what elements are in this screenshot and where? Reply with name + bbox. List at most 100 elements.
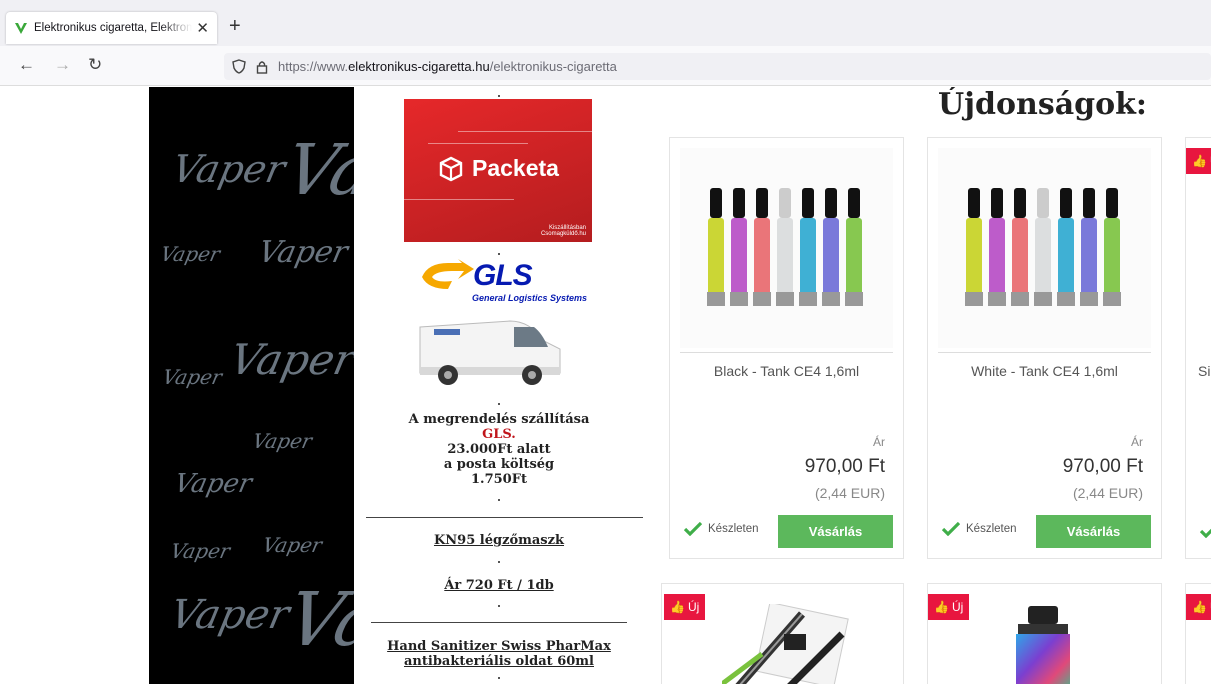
buy-button[interactable]: Vásárlás <box>778 515 893 548</box>
separator-dot <box>498 95 500 97</box>
vaper-text: Vaper <box>158 242 223 266</box>
sanitizer-line: Hand Sanitizer Swiss PharMax <box>387 639 611 654</box>
shipping-text: A megrendelés szállítása GLS. 23.000Ft a… <box>354 412 644 487</box>
banner-line <box>458 131 592 132</box>
separator-dot <box>498 499 500 501</box>
badge-text: Új <box>687 600 700 614</box>
product-card[interactable]: White - Tank CE4 1,6ml Ár 970,00 Ft (2,4… <box>927 137 1162 559</box>
separator-dot <box>498 253 500 255</box>
packeta-banner[interactable]: Packeta Kiszállításban Csomagküldő.hu <box>404 99 592 242</box>
vaper-text: Vaper <box>171 469 255 499</box>
vaper-text: Vaper <box>255 235 351 270</box>
product-image[interactable] <box>938 148 1151 348</box>
packeta-brand-text: Packeta <box>472 155 559 181</box>
new-badge: 👍Új <box>1186 148 1211 174</box>
vaper-text: Vaper <box>166 592 294 638</box>
product-name[interactable]: Si <box>1198 363 1210 379</box>
back-arrow-icon[interactable]: ← <box>18 55 35 75</box>
checkmark-icon <box>942 522 960 536</box>
product-image[interactable] <box>720 601 852 684</box>
reload-icon[interactable]: ↻ <box>88 55 102 75</box>
separator-dot <box>498 403 500 405</box>
product-name[interactable]: White - Tank CE4 1,6ml <box>928 363 1161 379</box>
new-badge: 👍Új <box>928 594 970 620</box>
badge-text: Új <box>951 600 964 614</box>
packeta-sub-line: Csomagküldő.hu <box>540 231 586 237</box>
browser-navbar: ← → ↻ https://www.elektronikus-cigaretta… <box>0 46 1211 86</box>
stock-text: Készleten <box>708 523 759 535</box>
packeta-logo: Packeta <box>438 155 559 182</box>
product-card[interactable]: 👍Új <box>661 583 904 684</box>
vaper-text: Vaper <box>168 147 290 191</box>
gls-arrow-icon <box>422 259 474 289</box>
delivery-van-image <box>414 315 564 392</box>
product-image[interactable] <box>680 148 893 348</box>
gls-logo[interactable]: GLS General Logistics Systems <box>418 257 588 307</box>
shipping-carrier: GLS. <box>482 427 516 442</box>
shipping-line: a posta költség <box>443 457 555 472</box>
new-tab-icon[interactable]: + <box>229 16 241 36</box>
vaper-text: Vaper <box>279 577 354 663</box>
thumbs-up-icon: 👍 <box>934 600 949 614</box>
product-card[interactable]: 👍Új <box>927 583 1162 684</box>
new-badge: 👍Új <box>1186 594 1211 620</box>
url-bar[interactable]: https://www.elektronikus-cigaretta.hu/el… <box>224 53 1211 80</box>
stock-status: Készleten <box>942 522 1017 536</box>
shipping-line: 23.000Ft alatt <box>447 442 551 457</box>
product-price-eur: (2,44 EUR) <box>814 485 885 501</box>
card-divider <box>680 352 893 353</box>
product-card[interactable]: 👍Új Si <box>1185 137 1211 559</box>
gls-subtitle: General Logistics Systems <box>472 293 588 303</box>
banner-line <box>404 199 514 200</box>
forward-arrow-icon[interactable]: → <box>54 55 71 75</box>
browser-tab[interactable]: Elektronikus cigaretta, Elektromos cigar… <box>6 12 217 44</box>
product-image[interactable] <box>998 602 1088 684</box>
thumbs-up-icon: 👍 <box>1192 154 1207 168</box>
mask-link[interactable]: KN95 légzőmaszk <box>354 533 644 548</box>
vaper-text: Vaper <box>225 335 354 384</box>
vape-logo-icon <box>14 21 28 35</box>
stock-text: Készleten <box>966 523 1017 535</box>
shield-icon[interactable] <box>232 59 246 74</box>
product-price: 970,00 Ft <box>804 456 885 477</box>
sanitizer-link[interactable]: Hand Sanitizer Swiss PharMax antibakteri… <box>354 639 644 669</box>
vaper-text: Vaper <box>160 365 225 389</box>
vaper-text: Vaper <box>278 129 354 211</box>
price-label: Ár <box>873 435 885 449</box>
vaper-background-panel: Vaper Vaper Vaper Vaper Vaper Vaper Vape… <box>149 87 354 684</box>
vaper-text: Vaper <box>168 539 233 563</box>
product-card[interactable]: Black - Tank CE4 1,6ml Ár 970,00 Ft (2,4… <box>669 137 904 559</box>
close-icon[interactable]: ✕ <box>196 19 209 37</box>
thumbs-up-icon: 👍 <box>670 600 685 614</box>
shipping-line: A megrendelés szállítása <box>408 412 590 427</box>
stock-status: Készleten <box>684 522 759 536</box>
product-price: 970,00 Ft <box>1062 456 1143 477</box>
mask-price-link[interactable]: Ár 720 Ft / 1db <box>354 578 644 593</box>
gls-brand-text: GLS <box>473 259 533 292</box>
separator-dot <box>498 605 500 607</box>
product-name[interactable]: Black - Tank CE4 1,6ml <box>670 363 903 379</box>
url-text[interactable]: https://www.elektronikus-cigaretta.hu/el… <box>278 59 617 74</box>
packeta-subtext: Kiszállításban Csomagküldő.hu <box>541 225 586 237</box>
product-price-eur: (2,44 EUR) <box>1072 485 1143 501</box>
checkmark-icon <box>1200 528 1211 538</box>
new-badge: 👍Új <box>664 594 706 620</box>
tab-title: Elektronikus cigaretta, Elektromos cigar… <box>34 22 193 34</box>
shipping-info-column: Packeta Kiszállításban Csomagküldő.hu GL… <box>354 87 644 684</box>
lock-icon[interactable] <box>256 60 268 74</box>
thumbs-up-icon: 👍 <box>1192 600 1207 614</box>
shipping-line: 1.750Ft <box>471 472 527 487</box>
buy-button[interactable]: Vásárlás <box>1036 515 1151 548</box>
product-card[interactable]: 👍Új <box>1185 583 1211 684</box>
vaper-text: Vaper <box>250 429 315 453</box>
package-icon <box>439 156 463 181</box>
divider <box>371 622 627 623</box>
sanitizer-line: antibakteriális oldat 60ml <box>404 654 594 669</box>
separator-dot <box>498 561 500 563</box>
vaper-text: Vaper <box>260 533 325 557</box>
banner-line <box>428 143 528 144</box>
browser-tabbar: Elektronikus cigaretta, Elektromos cigar… <box>0 0 1211 46</box>
section-title: Újdonságok: <box>938 87 1147 122</box>
card-divider <box>938 352 1151 353</box>
checkmark-icon <box>684 522 702 536</box>
